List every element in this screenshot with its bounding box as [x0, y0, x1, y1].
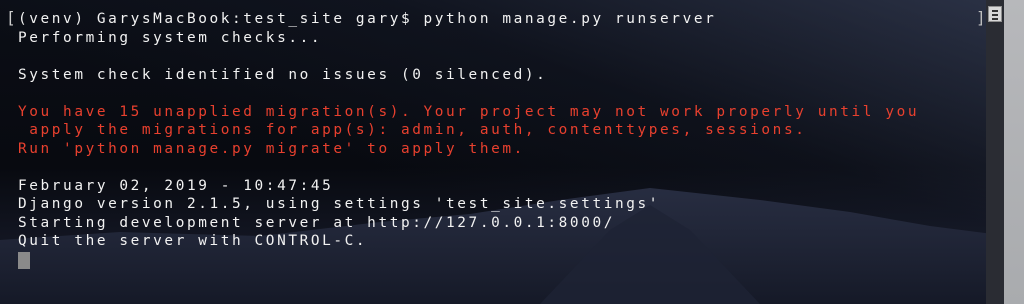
output-line: Django version 2.1.5, using settings 'te… — [18, 196, 661, 212]
text-cursor — [18, 251, 30, 269]
terminal-output[interactable]: (venv) GarysMacBook:test_site gary$ pyth… — [18, 10, 978, 269]
output-line: (venv) GarysMacBook:test_site gary$ pyth… — [18, 11, 717, 27]
output-line: Quit the server with CONTROL-C. — [18, 233, 368, 249]
window-edge — [1004, 0, 1024, 304]
warning-line: Run 'python manage.py migrate' to apply … — [18, 140, 525, 157]
output-line: February 02, 2019 - 10:47:45 — [18, 177, 334, 194]
selection-bracket-right: ] — [976, 8, 986, 27]
output-line: System check identified no issues (0 sil… — [18, 66, 548, 83]
warning-line: apply the migrations for app(s): admin, … — [18, 122, 807, 138]
terminal-window[interactable]: [ (venv) GarysMacBook:test_site gary$ py… — [0, 0, 1024, 304]
output-line: Performing system checks... — [18, 29, 323, 46]
menu-lines-icon[interactable] — [988, 6, 1002, 22]
selection-bracket-left: [ — [6, 8, 16, 27]
output-line: Starting development server at http://12… — [18, 214, 615, 231]
warning-line: You have 15 unapplied migration(s). Your… — [18, 103, 920, 120]
scrollbar-track[interactable] — [986, 0, 1004, 304]
